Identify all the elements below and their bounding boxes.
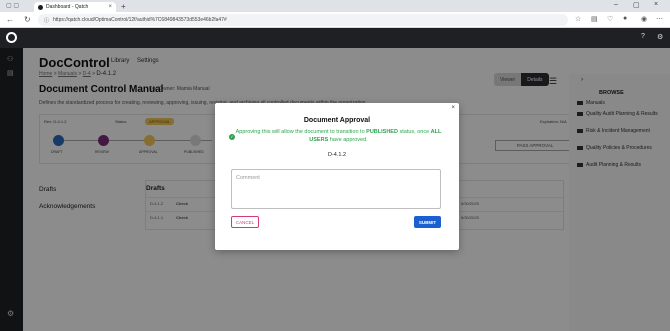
close-icon[interactable]: ×	[451, 105, 455, 111]
maximize-icon[interactable]: ▢	[633, 1, 640, 9]
minimize-icon[interactable]: –	[614, 1, 618, 8]
url-field[interactable]: ⓘ https://qatch.cloud/OptimaControl/12f/…	[38, 14, 568, 26]
app-header: ? ⚙	[0, 28, 670, 48]
close-tab-icon[interactable]: ×	[108, 4, 112, 10]
browser-alert-icon[interactable]: ◉	[641, 15, 647, 23]
settings-icon[interactable]: ⚙	[657, 33, 663, 41]
approval-message: ✓ Approving this will allow the document…	[229, 128, 446, 144]
reload-icon[interactable]: ↻	[24, 15, 31, 24]
profile-icon[interactable]: ●	[623, 15, 627, 22]
modal-title: Document Approval	[303, 117, 371, 124]
collections-icon[interactable]: ▤	[591, 15, 598, 23]
new-tab-icon[interactable]: +	[121, 2, 126, 11]
check-circle-icon: ✓	[229, 134, 235, 140]
document-id: D-4.1.2	[327, 152, 347, 158]
tab-actions-icon[interactable]: ▢ ▢	[6, 2, 19, 9]
submit-button[interactable]: SUBMIT	[414, 216, 441, 228]
document-approval-modal: × Document Approval ✓ Approving this wil…	[215, 103, 459, 250]
cancel-button[interactable]: CANCEL	[231, 216, 259, 228]
help-icon[interactable]: ?	[641, 33, 645, 40]
site-info-icon[interactable]: ⓘ	[44, 17, 49, 24]
message-text: Approving this will allow the document t…	[235, 129, 367, 135]
message-published: PUBLISHED	[366, 129, 398, 135]
favicon-icon	[38, 4, 43, 10]
address-bar: ← ↻ ⓘ https://qatch.cloud/OptimaControl/…	[0, 12, 670, 28]
browser-tab[interactable]: Dashboard - Qatch ×	[34, 2, 116, 12]
browser-tab-bar: ▢ ▢ Dashboard - Qatch × + – ▢ ×	[0, 0, 670, 12]
back-icon[interactable]: ←	[6, 15, 14, 24]
favorites-icon[interactable]: ☆	[575, 15, 581, 23]
more-icon[interactable]: ⋯	[656, 15, 663, 23]
tab-title: Dashboard - Qatch	[46, 4, 89, 10]
message-text: have approved.	[328, 137, 368, 143]
app-logo[interactable]	[6, 32, 17, 43]
extensions-icon[interactable]: ♡	[607, 15, 613, 23]
close-window-icon[interactable]: ×	[654, 1, 658, 8]
message-text: status, once	[397, 129, 431, 135]
url-text: https://qatch.cloud/OptimaControl/12f/au…	[53, 17, 227, 23]
comment-input[interactable]	[231, 169, 441, 209]
